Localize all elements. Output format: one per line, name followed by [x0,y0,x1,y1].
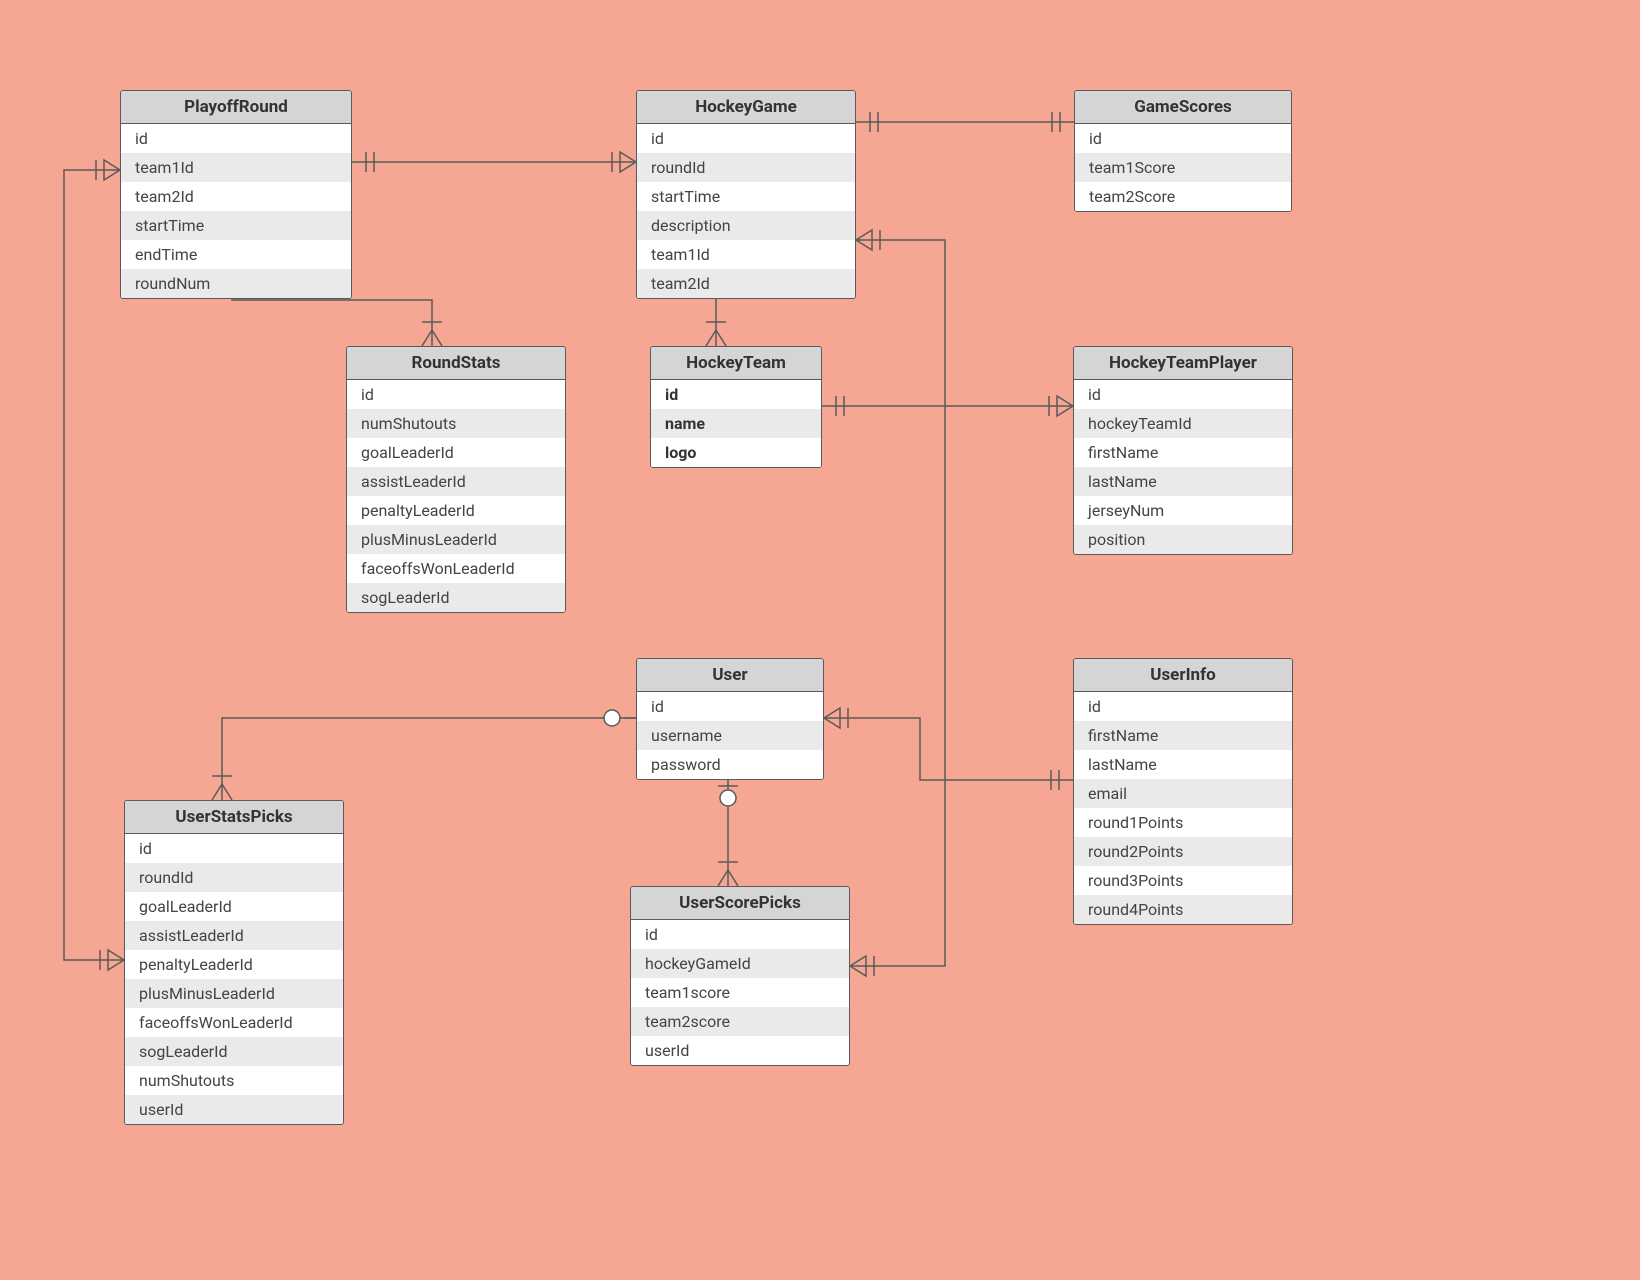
field: team2Id [121,182,351,211]
field: plusMinusLeaderId [347,525,565,554]
entity-header: GameScores [1075,91,1291,124]
entity-hockeyteam: HockeyTeam id name logo [650,346,822,468]
field: assistLeaderId [347,467,565,496]
field: lastName [1074,467,1292,496]
field: email [1074,779,1292,808]
field: id [1074,692,1292,721]
field: id [637,124,855,153]
field: id [631,920,849,949]
entity-userstatspicks: UserStatsPicks id roundId goalLeaderId a… [124,800,344,1125]
field: goalLeaderId [125,892,343,921]
field: team1score [631,978,849,1007]
field: firstName [1074,438,1292,467]
field: team1Id [637,240,855,269]
field: numShutouts [347,409,565,438]
field: password [637,750,823,779]
entity-header: UserScorePicks [631,887,849,920]
field: roundId [637,153,855,182]
field: id [1075,124,1291,153]
field: plusMinusLeaderId [125,979,343,1008]
field: team1Id [121,153,351,182]
field: team2Id [637,269,855,298]
entity-header: HockeyTeam [651,347,821,380]
field: jerseyNum [1074,496,1292,525]
field: id [347,380,565,409]
field: team2score [631,1007,849,1036]
field: id [121,124,351,153]
field: round1Points [1074,808,1292,837]
field: username [637,721,823,750]
entity-playoffround: PlayoffRound id team1Id team2Id startTim… [120,90,352,299]
field: startTime [121,211,351,240]
field: userId [125,1095,343,1124]
field: hockeyTeamId [1074,409,1292,438]
entity-header: RoundStats [347,347,565,380]
entity-header: UserInfo [1074,659,1292,692]
field: roundId [125,863,343,892]
field: team1Score [1075,153,1291,182]
entity-user: User id username password [636,658,824,780]
field: assistLeaderId [125,921,343,950]
field: id [125,834,343,863]
entity-header: UserStatsPicks [125,801,343,834]
field: penaltyLeaderId [347,496,565,525]
entity-header: PlayoffRound [121,91,351,124]
field: endTime [121,240,351,269]
entity-header: HockeyTeamPlayer [1074,347,1292,380]
entity-userinfo: UserInfo id firstName lastName email rou… [1073,658,1293,925]
field: startTime [637,182,855,211]
field: roundNum [121,269,351,298]
field: id [651,380,821,409]
field: userId [631,1036,849,1065]
field: logo [651,438,821,467]
field: position [1074,525,1292,554]
field: description [637,211,855,240]
field: sogLeaderId [125,1037,343,1066]
field: numShutouts [125,1066,343,1095]
field: firstName [1074,721,1292,750]
field: id [637,692,823,721]
entity-gamescores: GameScores id team1Score team2Score [1074,90,1292,212]
field: sogLeaderId [347,583,565,612]
field: faceoffsWonLeaderId [347,554,565,583]
field: name [651,409,821,438]
field: round4Points [1074,895,1292,924]
field: hockeyGameId [631,949,849,978]
field: team2Score [1075,182,1291,211]
entity-userscorepicks: UserScorePicks id hockeyGameId team1scor… [630,886,850,1066]
field: goalLeaderId [347,438,565,467]
field: round2Points [1074,837,1292,866]
entity-hockeyteamplayer: HockeyTeamPlayer id hockeyTeamId firstNa… [1073,346,1293,555]
field: round3Points [1074,866,1292,895]
entity-header: User [637,659,823,692]
field: id [1074,380,1292,409]
field: faceoffsWonLeaderId [125,1008,343,1037]
entity-hockeygame: HockeyGame id roundId startTime descript… [636,90,856,299]
entity-roundstats: RoundStats id numShutouts goalLeaderId a… [346,346,566,613]
field: penaltyLeaderId [125,950,343,979]
entity-header: HockeyGame [637,91,855,124]
field: lastName [1074,750,1292,779]
